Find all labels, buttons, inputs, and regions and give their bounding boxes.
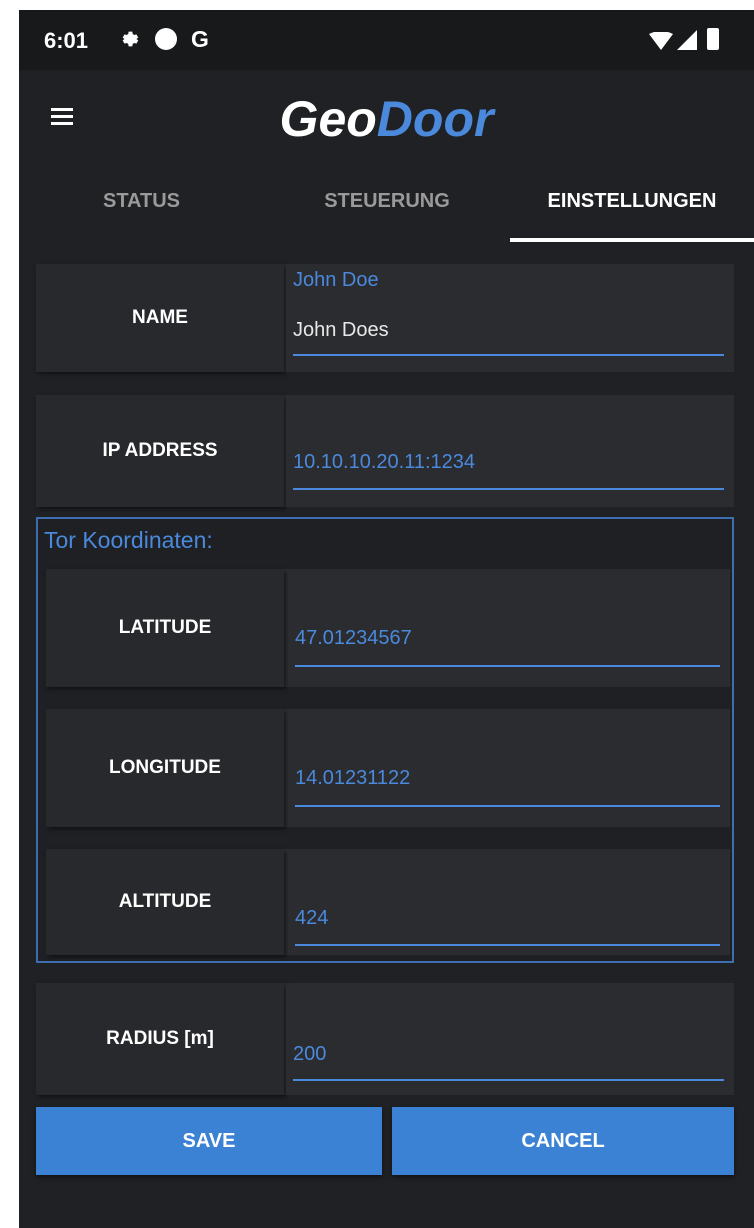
latitude-row: LATITUDE 47.01234567 [46, 569, 730, 687]
longitude-field[interactable]: 14.01231122 [288, 709, 730, 827]
status-bar: 6:01 G [19, 10, 754, 70]
app-title: GeoDoor [19, 90, 754, 148]
app-screen: 6:01 G GeoDoor STATUS STEUERUNG EINSTELL… [19, 10, 754, 1228]
signal-icon [677, 30, 697, 50]
circle-icon [155, 28, 177, 50]
radius-underline [293, 1079, 724, 1081]
tab-einstellungen[interactable]: EINSTELLUNGEN [510, 170, 754, 244]
name-input[interactable]: John Does [293, 319, 389, 342]
wifi-icon [649, 32, 673, 50]
latitude-input[interactable]: 47.01234567 [295, 627, 412, 650]
gear-icon [122, 31, 139, 47]
coordinates-group: Tor Koordinaten: LATITUDE 47.01234567 LO… [36, 517, 734, 963]
latitude-field[interactable]: 47.01234567 [288, 569, 730, 687]
latitude-label: LATITUDE [46, 569, 284, 687]
radius-label: RADIUS [m] [36, 983, 284, 1095]
cancel-button[interactable]: CANCEL [392, 1107, 734, 1175]
app-bar: GeoDoor [19, 70, 754, 170]
radius-input[interactable]: 200 [293, 1043, 326, 1066]
name-row: NAME John Doe John Does [36, 264, 734, 372]
ip-address-underline [293, 488, 724, 490]
carrier-letter: G [191, 26, 209, 52]
altitude-field[interactable]: 424 [288, 849, 730, 955]
tab-status[interactable]: STATUS [19, 170, 264, 244]
radius-field[interactable]: 200 [286, 983, 734, 1095]
altitude-underline [295, 944, 720, 946]
longitude-input[interactable]: 14.01231122 [295, 767, 410, 790]
save-button[interactable]: SAVE [36, 1107, 382, 1175]
altitude-input[interactable]: 424 [295, 907, 328, 930]
ip-address-field[interactable]: 10.10.10.20.11:1234 [286, 395, 734, 507]
ip-address-label: IP ADDRESS [36, 395, 284, 507]
app-title-door: Door [376, 91, 494, 147]
tab-indicator [510, 238, 754, 242]
radius-row: RADIUS [m] 200 [36, 983, 734, 1095]
longitude-row: LONGITUDE 14.01231122 [46, 709, 730, 827]
altitude-label: ALTITUDE [46, 849, 284, 955]
app-title-geo: Geo [279, 91, 377, 147]
name-hint: John Doe [293, 269, 379, 291]
name-label: NAME [36, 264, 284, 372]
altitude-row: ALTITUDE 424 [46, 849, 730, 955]
status-time: 6:01 [44, 28, 89, 53]
coordinates-title: Tor Koordinaten: [44, 527, 213, 553]
ip-address-input[interactable]: 10.10.10.20.11:1234 [293, 451, 475, 474]
latitude-underline [295, 665, 720, 667]
tab-steuerung[interactable]: STEUERUNG [264, 170, 510, 244]
tab-bar: STATUS STEUERUNG EINSTELLUNGEN [19, 170, 754, 244]
name-underline [293, 354, 724, 356]
battery-icon [707, 28, 719, 50]
ip-address-row: IP ADDRESS 10.10.10.20.11:1234 [36, 395, 734, 507]
name-field[interactable]: John Doe John Does [286, 264, 734, 372]
longitude-underline [295, 805, 720, 807]
longitude-label: LONGITUDE [46, 709, 284, 827]
